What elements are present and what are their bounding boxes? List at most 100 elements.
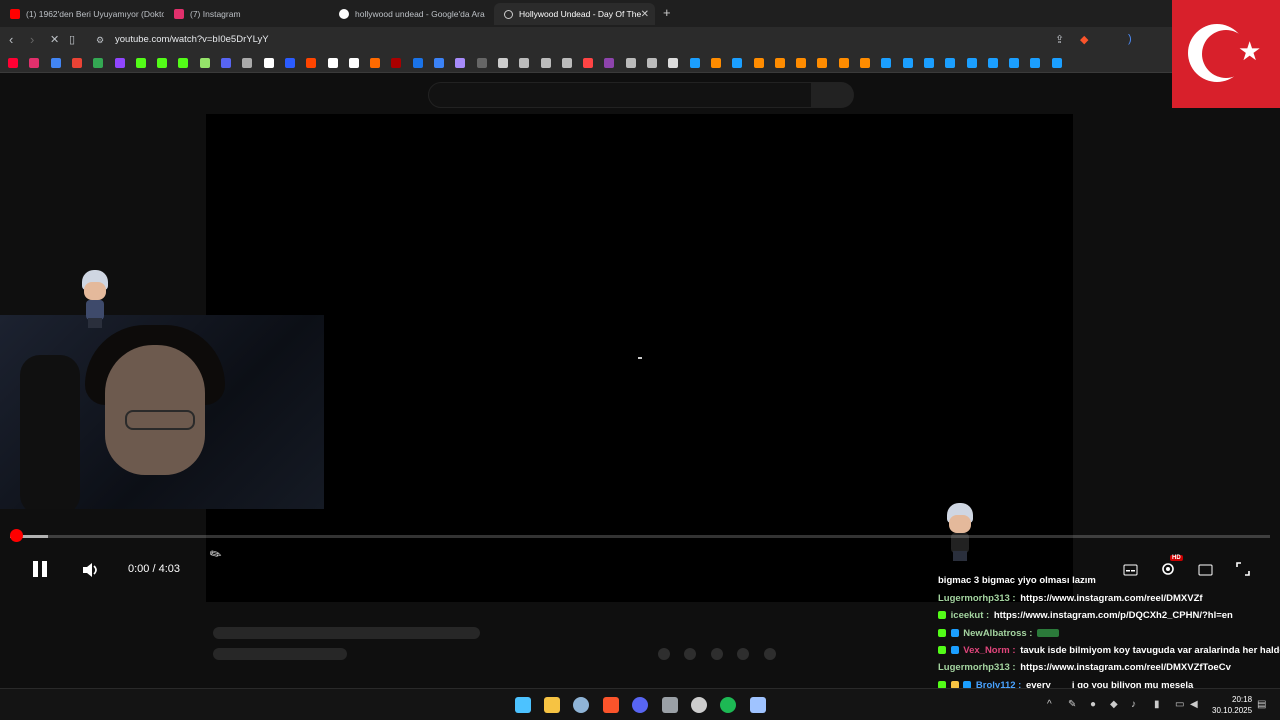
subscriber-badge-icon [950, 646, 959, 654]
bookmark-favicon-icon[interactable] [519, 58, 530, 68]
stop-loading-button[interactable]: ✕ [50, 33, 59, 46]
bookmark-favicon-icon[interactable] [8, 58, 18, 68]
network-icon[interactable]: ▭ [1175, 699, 1184, 710]
bookmark-favicon-icon[interactable] [902, 58, 913, 68]
bookmark-favicon-icon[interactable] [50, 58, 61, 68]
steam-tray-icon[interactable]: ◆ [1110, 699, 1118, 710]
bookmark-favicon-icon[interactable] [668, 58, 679, 68]
bookmark-favicon-icon[interactable] [199, 58, 210, 68]
bookmark-icon[interactable]: ▯ [69, 33, 75, 46]
bookmark-favicon-icon[interactable] [178, 58, 189, 68]
bookmark-favicon-icon[interactable] [838, 58, 849, 68]
bookmark-favicon-icon[interactable] [157, 58, 168, 68]
bookmark-favicon-icon[interactable] [455, 58, 466, 68]
bookmark-favicon-icon[interactable] [391, 58, 402, 68]
brave-icon[interactable] [603, 697, 619, 713]
search-button[interactable] [812, 82, 854, 108]
bookmark-favicon-icon[interactable] [306, 58, 317, 68]
bookmark-favicon-icon[interactable] [93, 58, 104, 68]
bookmark-favicon-icon[interactable] [497, 58, 508, 68]
bookmark-favicon-icon[interactable] [284, 58, 295, 68]
settings-button[interactable] [1160, 561, 1176, 582]
bookmark-favicon-icon[interactable] [1009, 58, 1020, 68]
pen-icon[interactable]: ✎ [1068, 699, 1076, 710]
share-icon[interactable]: ⇪ [1055, 33, 1064, 46]
pause-button[interactable] [32, 560, 48, 583]
bookmark-favicon-icon[interactable] [774, 58, 785, 68]
bookmark-favicon-icon[interactable] [923, 58, 934, 68]
bookmark-favicon-icon[interactable] [647, 58, 657, 68]
search-input[interactable] [428, 82, 812, 108]
tab-1[interactable]: (1) 1962'den Beri Uyuyamıyor (Dokto [0, 3, 164, 25]
bookmark-favicon-icon[interactable] [860, 58, 870, 68]
bookmark-favicon-icon[interactable] [434, 58, 444, 68]
bookmark-favicon-icon[interactable] [817, 58, 828, 68]
bookmark-favicon-icon[interactable] [114, 58, 125, 68]
progress-bar[interactable] [10, 535, 1270, 538]
close-tab-icon[interactable]: ✕ [641, 9, 649, 20]
speaker-icon[interactable]: ) [1128, 33, 1132, 45]
bookmark-favicon-icon[interactable] [242, 58, 253, 68]
tray-app-icon[interactable]: ● [1090, 699, 1096, 710]
app-icon[interactable] [662, 697, 678, 713]
bookmark-favicon-icon[interactable] [71, 58, 82, 68]
microphone-icon[interactable]: ▮ [1154, 699, 1160, 710]
tab-title: hollywood undead - Google'da Ara [355, 9, 485, 19]
fullscreen-button[interactable] [1236, 562, 1250, 581]
file-explorer-icon[interactable] [544, 697, 560, 713]
bookmark-favicon-icon[interactable] [412, 58, 423, 68]
bookmark-favicon-icon[interactable] [1051, 58, 1062, 68]
spotify-icon[interactable] [720, 697, 736, 713]
fullscreen-icon [1236, 562, 1250, 576]
bookmark-favicon-icon[interactable] [604, 58, 615, 68]
bookmark-favicon-icon[interactable] [625, 58, 636, 68]
bookmark-favicon-icon[interactable] [945, 58, 956, 68]
volume-tray-icon[interactable]: ♪ [1131, 699, 1136, 710]
bookmark-favicon-icon[interactable] [753, 58, 764, 68]
new-tab-button[interactable]: + [663, 5, 671, 20]
bookmark-favicon-icon[interactable] [987, 58, 998, 68]
bookmark-favicon-icon[interactable] [796, 58, 807, 68]
bookmark-favicon-icon[interactable] [881, 58, 892, 68]
theater-mode-button[interactable] [1198, 563, 1213, 581]
notification-icon[interactable]: ▤ [1257, 699, 1266, 710]
subtitles-button[interactable] [1123, 563, 1138, 581]
bookmark-favicon-icon[interactable] [476, 58, 487, 68]
speaker-tray-icon[interactable]: ◀ [1190, 699, 1198, 710]
obs-icon[interactable] [691, 697, 707, 713]
bookmark-favicon-icon[interactable] [263, 58, 274, 68]
url-field[interactable]: youtube.com/watch?v=bI0e5DrYLyY [115, 34, 269, 45]
volume-button[interactable] [82, 562, 100, 583]
forward-button[interactable]: › [30, 32, 34, 47]
bookmark-favicon-icon[interactable] [135, 58, 146, 68]
streamer-glasses [125, 410, 195, 430]
bookmark-favicon-icon[interactable] [540, 58, 551, 68]
site-info-icon[interactable]: ⚙ [96, 35, 104, 46]
bookmark-favicon-icon[interactable] [710, 58, 721, 68]
bookmark-favicon-icon[interactable] [327, 58, 338, 68]
discord-icon[interactable] [632, 697, 648, 713]
bookmark-favicon-icon[interactable] [689, 58, 700, 68]
bookmark-favicon-icon[interactable] [561, 58, 572, 68]
sprite-legs [88, 318, 102, 328]
steam-icon[interactable] [573, 697, 589, 713]
bookmark-favicon-icon[interactable] [966, 58, 977, 68]
back-button[interactable]: ‹ [9, 32, 13, 47]
bookmark-favicon-icon[interactable] [370, 58, 381, 68]
bookmark-favicon-icon[interactable] [348, 58, 359, 68]
bookmark-favicon-icon[interactable] [29, 58, 40, 68]
tab-2[interactable]: (7) Instagram [164, 3, 329, 25]
bookmark-favicon-icon[interactable] [583, 58, 594, 68]
progress-scrubber[interactable] [10, 529, 23, 542]
bookmark-favicon-icon[interactable] [1030, 58, 1041, 68]
system-clock[interactable]: 20:18 30.10.2025 [1212, 694, 1252, 716]
tab-4-active[interactable]: Hollywood Undead - Day Of The ✕ [494, 3, 655, 25]
bookmark-favicon-icon[interactable] [732, 58, 743, 68]
tab-3[interactable]: hollywood undead - Google'da Ara [329, 3, 494, 25]
action-skeleton [764, 648, 776, 660]
settings-icon[interactable] [750, 697, 766, 713]
brave-shields-icon[interactable]: ◆ [1080, 33, 1088, 46]
windows-start-icon[interactable] [515, 697, 531, 713]
chevron-up-icon[interactable]: ^ [1047, 699, 1052, 710]
bookmark-favicon-icon[interactable] [221, 58, 231, 68]
